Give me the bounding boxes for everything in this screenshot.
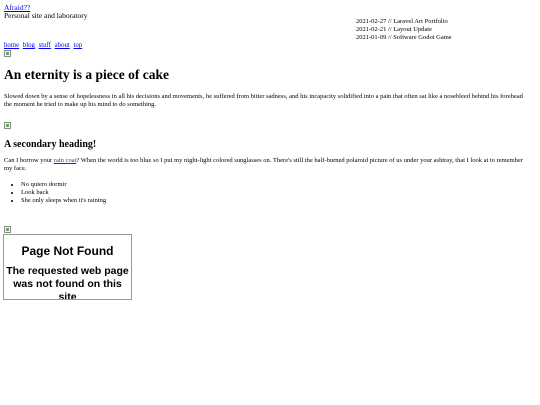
- site-tagline: Personal site and laboratory: [4, 11, 88, 20]
- recent-posts-list: 2021-02-27 // Laravel Art Portfolio 2021…: [356, 18, 452, 42]
- list-item: She only sleeps when it's raining: [21, 197, 106, 205]
- recent-post-item[interactable]: 2021-02-27 // Laravel Art Portfolio: [356, 18, 452, 26]
- paragraph-text: Can I borrow your: [4, 157, 54, 164]
- article-heading: An eternity is a piece of cake: [4, 67, 169, 82]
- recent-post-item[interactable]: 2021-02-21 // Layout Update: [356, 26, 452, 34]
- not-found-title: Page Not Found: [21, 244, 114, 258]
- broken-image-icon: [4, 122, 11, 129]
- nav-link-blog[interactable]: blog: [23, 42, 35, 49]
- nav-link-home[interactable]: home: [4, 42, 19, 49]
- rain-coat-link[interactable]: rain coat: [54, 157, 77, 164]
- nav-link-about[interactable]: about: [55, 42, 70, 49]
- nav-link-stuff[interactable]: stuff: [39, 42, 51, 49]
- not-found-message: The requested web page was not found on …: [6, 265, 129, 300]
- embedded-iframe[interactable]: Page Not Found The requested web page wa…: [3, 234, 132, 300]
- main-nav: home blog stuff about top: [4, 42, 84, 50]
- paragraph-text: ? When the world is too blue so I put my…: [4, 157, 523, 172]
- article-paragraph-2: Can I borrow your rain coat? When the wo…: [4, 157, 532, 173]
- secondary-heading: A secondary heading!: [4, 139, 97, 150]
- recent-post-item[interactable]: 2021-01-09 // Software Godot Game: [356, 34, 452, 42]
- broken-image-icon: [4, 50, 11, 57]
- list-item: Look back: [21, 189, 106, 197]
- article-paragraph: Slowed down by a sense of hopelessness i…: [4, 93, 523, 108]
- bullet-list: No quiero dormir Look back She only slee…: [4, 181, 106, 204]
- nav-link-top[interactable]: top: [73, 42, 82, 49]
- list-item: No quiero dormir: [21, 181, 106, 189]
- broken-image-icon: [4, 226, 11, 233]
